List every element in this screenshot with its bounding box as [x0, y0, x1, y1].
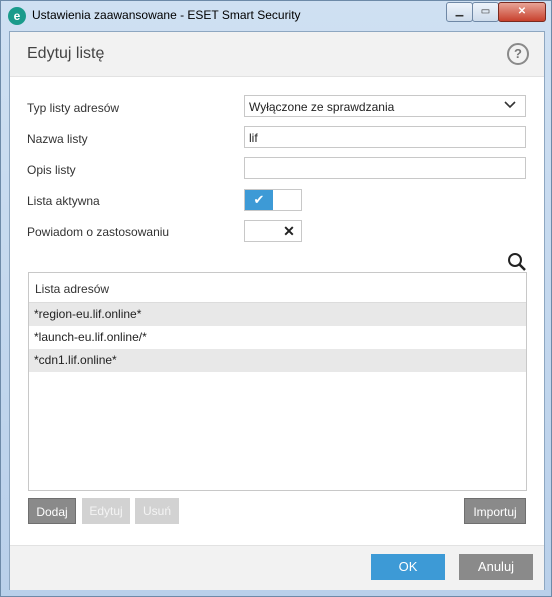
dialog-content: Edytuj listę ? Typ listy adresów Wyłączo… — [9, 31, 545, 590]
window-title: Ustawienia zaawansowane - ESET Smart Sec… — [32, 8, 301, 22]
title-bar[interactable]: e Ustawienia zaawansowane - ESET Smart S… — [1, 1, 551, 31]
list-type-label: Typ listy adresów — [27, 101, 120, 115]
page-title: Edytuj listę — [27, 45, 105, 62]
checkmark-icon: ✔ — [245, 190, 273, 210]
address-list-header[interactable]: Lista adresów — [29, 273, 526, 303]
notify-label: Powiadom o zastosowaniu — [27, 225, 170, 239]
list-active-label: Lista aktywna — [27, 194, 100, 208]
list-item[interactable]: *launch-eu.lif.online/* — [29, 326, 526, 349]
maximize-button[interactable]: ▭ — [472, 2, 499, 22]
remove-button[interactable]: Usuń — [135, 498, 179, 524]
add-button[interactable]: Dodaj — [28, 498, 76, 524]
list-item[interactable]: *region-eu.lif.online* — [29, 303, 526, 326]
import-button[interactable]: Importuj — [464, 498, 526, 524]
list-type-select[interactable]: Wyłączone ze sprawdzania — [244, 95, 526, 117]
dialog-window: e Ustawienia zaawansowane - ESET Smart S… — [0, 0, 552, 597]
minimize-button[interactable]: ▁ — [446, 2, 473, 22]
list-description-label: Opis listy — [27, 163, 76, 177]
close-icon: ✕ — [283, 223, 295, 239]
list-active-toggle[interactable]: ✔ — [244, 189, 302, 211]
address-list[interactable]: Lista adresów *region-eu.lif.online* *la… — [28, 272, 527, 491]
eset-logo-icon: e — [8, 7, 26, 25]
list-name-label: Nazwa listy — [27, 132, 88, 146]
cancel-button[interactable]: Anuluj — [459, 554, 533, 580]
edit-button[interactable]: Edytuj — [82, 498, 130, 524]
dialog-header: Edytuj listę ? — [10, 32, 544, 77]
list-description-input[interactable] — [244, 157, 526, 179]
list-type-value: Wyłączone ze sprawdzania — [249, 100, 395, 114]
list-name-input[interactable]: lif — [244, 126, 526, 148]
list-item[interactable]: *cdn1.lif.online* — [29, 349, 526, 372]
search-icon[interactable] — [506, 251, 528, 273]
chevron-down-icon — [504, 101, 516, 109]
close-button[interactable]: ✕ — [498, 2, 546, 22]
dialog-footer: OK Anuluj — [10, 545, 544, 590]
ok-button[interactable]: OK — [371, 554, 445, 580]
help-icon[interactable]: ? — [507, 43, 529, 65]
notify-toggle[interactable]: ✕ — [244, 220, 302, 242]
